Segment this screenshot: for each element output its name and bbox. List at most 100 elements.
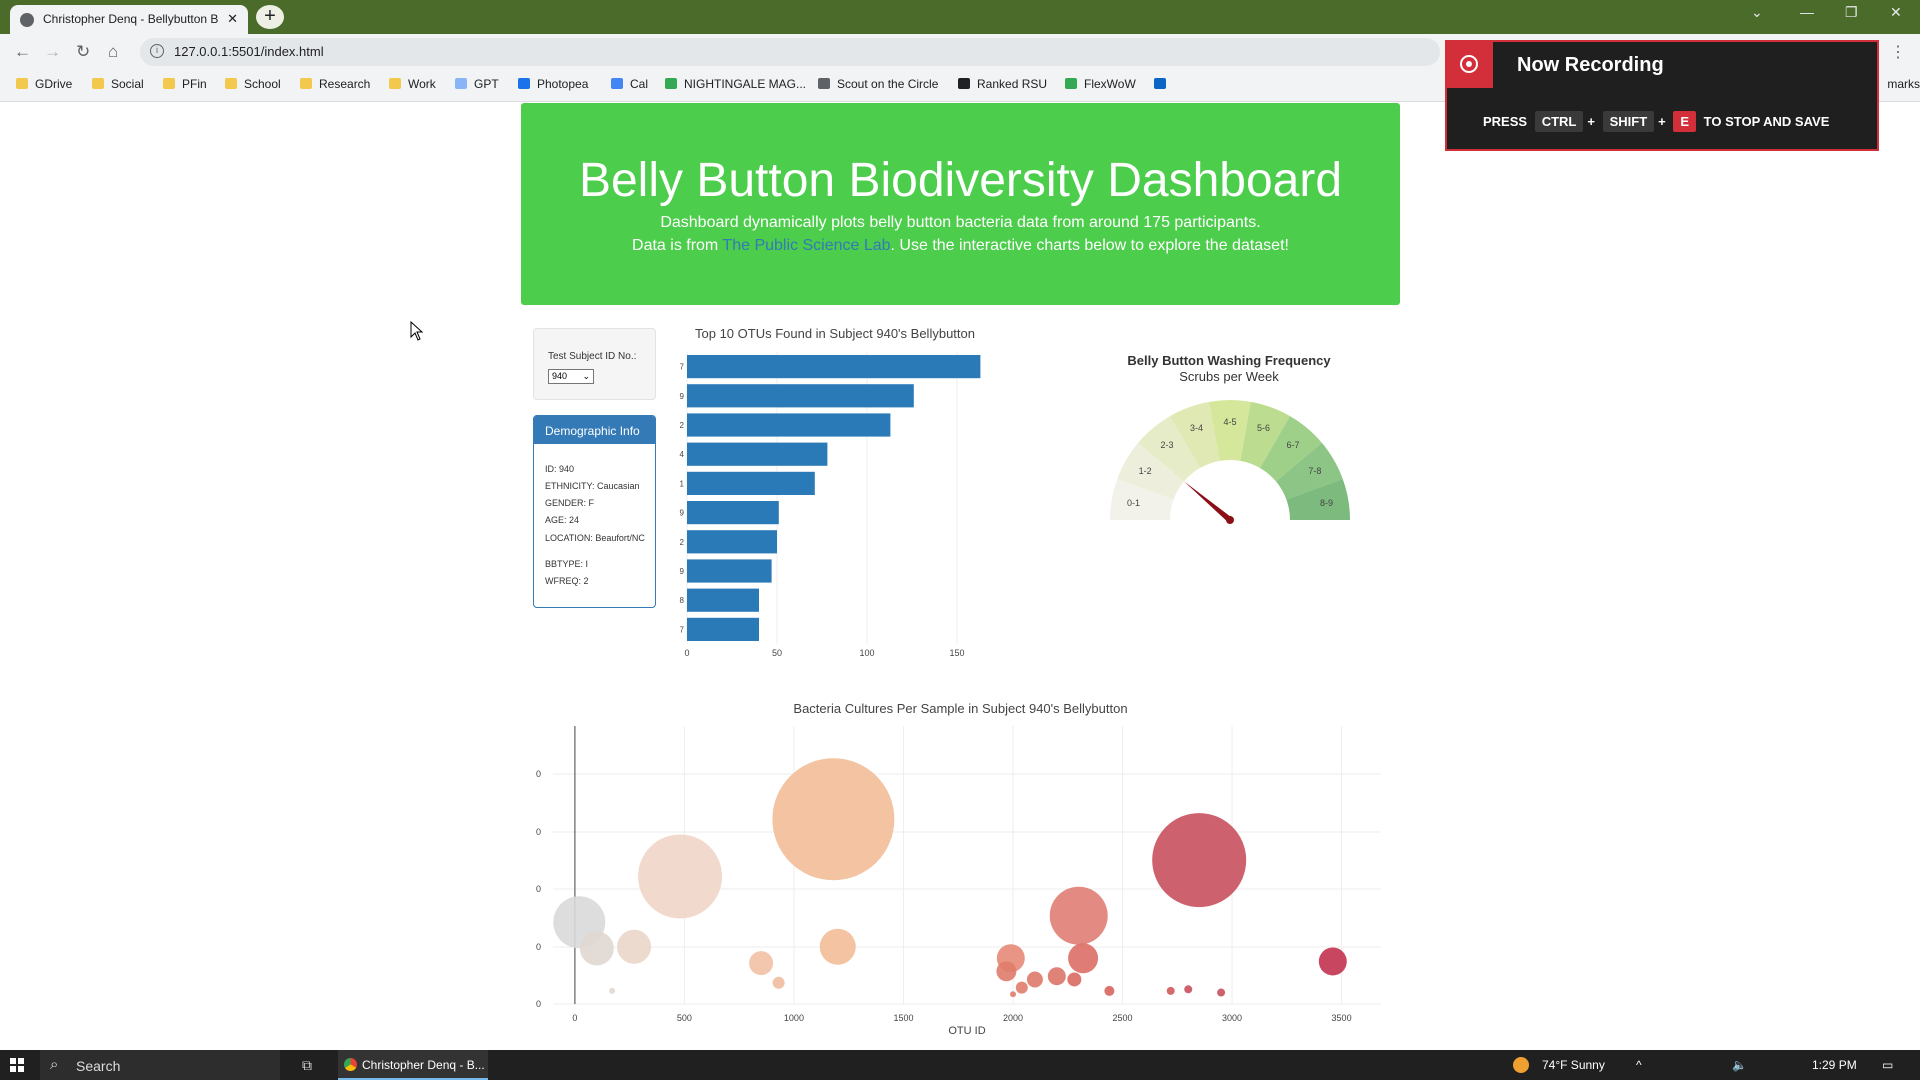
bookmark-pfin[interactable]: PFin [163, 77, 207, 91]
bookmark-scout-on-the-circle[interactable]: Scout on the Circle [818, 77, 938, 91]
close-window-icon[interactable]: ✕ [1890, 4, 1902, 21]
tray-chevron-icon[interactable]: ^ [1636, 1058, 1642, 1072]
bar[interactable] [687, 355, 981, 379]
plus-sign: + [1658, 114, 1666, 129]
bar[interactable] [687, 471, 815, 495]
bubble[interactable] [772, 758, 895, 881]
x-tick-label: 2000 [1003, 1013, 1023, 1023]
bar[interactable] [687, 530, 777, 554]
bookmark-cal[interactable]: Cal [611, 77, 648, 91]
gauge-step-label: 3-4 [1190, 423, 1203, 433]
taskbar-chrome-app[interactable]: Christopher Denq - B... [338, 1050, 488, 1080]
subject-id-label: Test Subject ID No.: [548, 351, 637, 362]
bubble[interactable] [1047, 967, 1066, 986]
bubble[interactable] [1152, 813, 1247, 908]
bookmark-photopea[interactable]: Photopea [518, 77, 588, 91]
press-label: PRESS [1483, 114, 1528, 129]
bubble[interactable] [1015, 981, 1028, 994]
gauge-step-label: 7-8 [1308, 466, 1321, 476]
browser-tab[interactable]: Christopher Denq - Bellybutton B ✕ [10, 5, 248, 34]
bookmark-gdrive[interactable]: GDrive [16, 77, 72, 91]
gauge-subtitle: Scrubs per Week [1179, 369, 1279, 384]
restore-icon[interactable]: ❐ [1845, 4, 1858, 21]
bookmark-label: Work [408, 77, 436, 91]
globe-icon [20, 13, 34, 27]
bubble[interactable] [609, 987, 616, 994]
bar[interactable] [687, 617, 759, 641]
bubble[interactable] [819, 928, 856, 965]
bookmark-ranked-rsu[interactable]: Ranked RSU [958, 77, 1047, 91]
reload-icon[interactable]: ↻ [76, 42, 90, 62]
bookmark-gpt[interactable]: GPT [455, 77, 499, 91]
bubble[interactable] [1184, 985, 1193, 994]
forward-icon[interactable]: → [44, 42, 61, 62]
more-menu-icon[interactable]: ⋮ [1890, 42, 1906, 62]
demographic-panel: Demographic Info ID: 940 ETHNICITY: Cauca… [533, 415, 656, 608]
back-icon[interactable]: ← [14, 42, 31, 62]
recording-title: Now Recording [1517, 54, 1664, 76]
top-otus-bar-chart: 0 50 100 150 7 9 2 4 1 9 2 9 8 7 [680, 352, 981, 658]
site-info-icon[interactable]: i [150, 44, 164, 58]
bubble[interactable] [1104, 985, 1115, 996]
recording-instructions: PRESS CTRL + SHIFT + E TO STOP AND SAVE [1483, 111, 1829, 132]
bubble[interactable] [1318, 947, 1347, 976]
bookmark-flexwow[interactable]: FlexWoW [1065, 77, 1136, 91]
taskbar-search[interactable]: ⌕ Search [40, 1050, 280, 1080]
bookmark-school[interactable]: School [225, 77, 281, 91]
bookmark-work[interactable]: Work [389, 77, 436, 91]
bubble[interactable] [772, 976, 785, 989]
address-bar[interactable]: i 127.0.0.1:5501/index.html [140, 38, 1440, 66]
task-view-icon[interactable]: ⧉ [302, 1057, 312, 1074]
key-e: E [1673, 111, 1697, 132]
bubble[interactable] [1067, 972, 1082, 987]
gauge-step-label: 6-7 [1286, 440, 1299, 450]
demographic-row: LOCATION: Beaufort/NC [545, 533, 645, 543]
volume-icon[interactable]: 🔈 [1732, 1058, 1747, 1072]
minimize-icon[interactable]: — [1800, 4, 1814, 20]
y-tick-label: 2 [680, 538, 685, 547]
bookmark-research[interactable]: Research [300, 77, 370, 91]
bookmark-social[interactable]: Social [92, 77, 144, 91]
bookmark-favicon-icon [958, 78, 970, 89]
bubble[interactable] [749, 951, 774, 976]
bubble[interactable] [617, 929, 652, 964]
notification-icon[interactable]: ▭ [1882, 1058, 1893, 1072]
bubble[interactable] [1049, 886, 1108, 945]
bookmark-label: Research [319, 77, 371, 91]
tab-search-icon[interactable]: ⌄ [1751, 4, 1763, 21]
bar[interactable] [687, 588, 759, 612]
public-science-lab-link[interactable]: The Public Science Lab [722, 237, 890, 254]
x-tick-label: 500 [677, 1013, 692, 1023]
bubble[interactable] [1166, 986, 1175, 995]
record-icon [1447, 42, 1493, 88]
bar[interactable] [687, 413, 891, 437]
bubble[interactable] [1010, 991, 1016, 998]
home-icon[interactable]: ⌂ [108, 42, 118, 62]
bar[interactable] [687, 384, 914, 408]
bookmark-nightingale-mag[interactable]: NIGHTINGALE MAG... [665, 77, 806, 91]
bubble[interactable] [1217, 988, 1226, 997]
gauge-step-label: 0-1 [1127, 498, 1140, 508]
bubble[interactable] [1026, 971, 1043, 988]
subject-id-select[interactable]: 940 ⌄ [548, 369, 594, 384]
bubble[interactable] [638, 834, 723, 919]
bubble[interactable] [996, 961, 1017, 982]
bar[interactable] [687, 501, 779, 525]
windows-start-icon[interactable] [10, 1058, 24, 1072]
close-tab-icon[interactable]: ✕ [227, 11, 238, 27]
bar[interactable] [687, 442, 828, 466]
weather-sun-icon [1513, 1057, 1529, 1073]
new-tab-button[interactable]: + [256, 5, 284, 29]
weather-text[interactable]: 74°F Sunny [1542, 1058, 1605, 1072]
clock[interactable]: 1:29 PM [1812, 1058, 1857, 1072]
bookmarks-overflow[interactable]: marks [1887, 77, 1920, 91]
bar[interactable] [687, 559, 772, 583]
y-tick-label: 0 [536, 884, 541, 894]
bubble[interactable] [579, 931, 614, 966]
gauge-step-label: 8-9 [1320, 498, 1333, 508]
demographic-row: WFREQ: 2 [545, 576, 589, 586]
bubble[interactable] [1068, 943, 1099, 974]
bookmark-favicon-icon [1065, 78, 1077, 89]
linkedin-icon[interactable] [1154, 77, 1173, 91]
bookmark-favicon-icon [665, 78, 677, 89]
